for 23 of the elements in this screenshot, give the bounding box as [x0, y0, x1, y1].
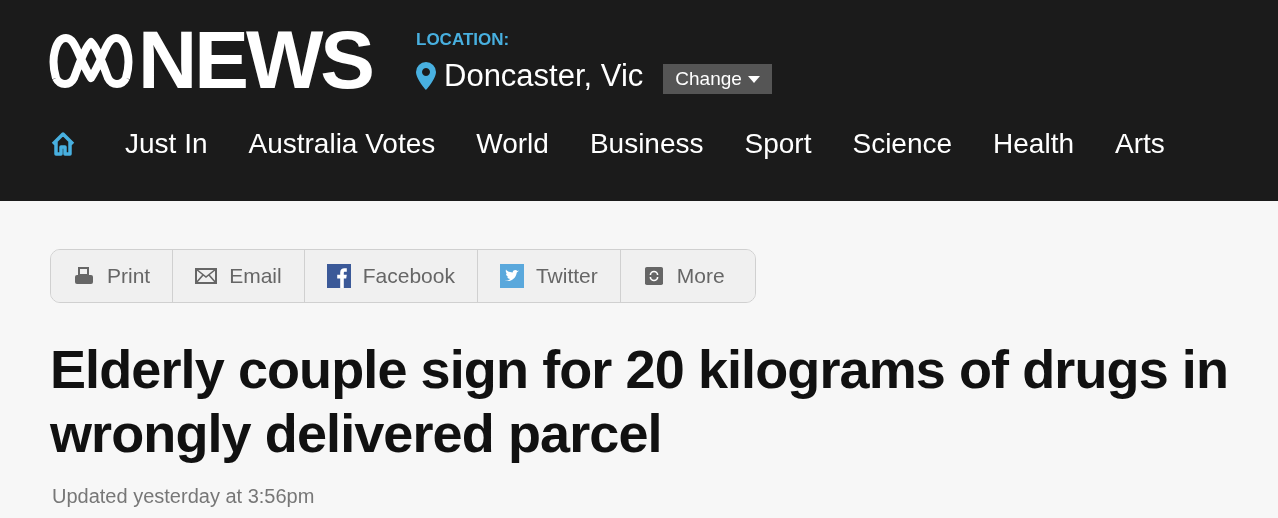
- change-button[interactable]: Change: [663, 64, 772, 94]
- nav-link[interactable]: World: [476, 128, 549, 160]
- printer-icon: [73, 267, 95, 285]
- home-icon[interactable]: [50, 131, 76, 157]
- nav-link[interactable]: Arts: [1115, 128, 1165, 160]
- nav-link[interactable]: Business: [589, 128, 704, 160]
- updated-time: Updated yesterday at 3:56pm: [52, 485, 316, 508]
- share-icon: [642, 267, 665, 285]
- nav-link[interactable]: Sport: [744, 128, 812, 160]
- nav-link[interactable]: Australia Votes: [248, 128, 436, 160]
- location-label: LOCATION:: [416, 30, 511, 50]
- envelope-icon: [195, 267, 218, 285]
- location-pin-icon: [416, 62, 436, 90]
- location-name: Doncaster, Vic: [444, 58, 644, 94]
- brand-name: NEWS: [138, 22, 372, 98]
- caret-icon: [747, 75, 760, 83]
- nav-link[interactable]: Just In: [125, 128, 208, 160]
- twitter-icon: [499, 264, 524, 288]
- article-headline: Elderly couple sign for 20 kilograms of drugs in wrongly delivered parcel: [50, 338, 1230, 465]
- nav-link[interactable]: Health: [993, 128, 1074, 160]
- facebook-icon: [326, 264, 351, 288]
- share-button[interactable]: Print: [51, 250, 174, 302]
- nav-link[interactable]: Science: [852, 128, 953, 160]
